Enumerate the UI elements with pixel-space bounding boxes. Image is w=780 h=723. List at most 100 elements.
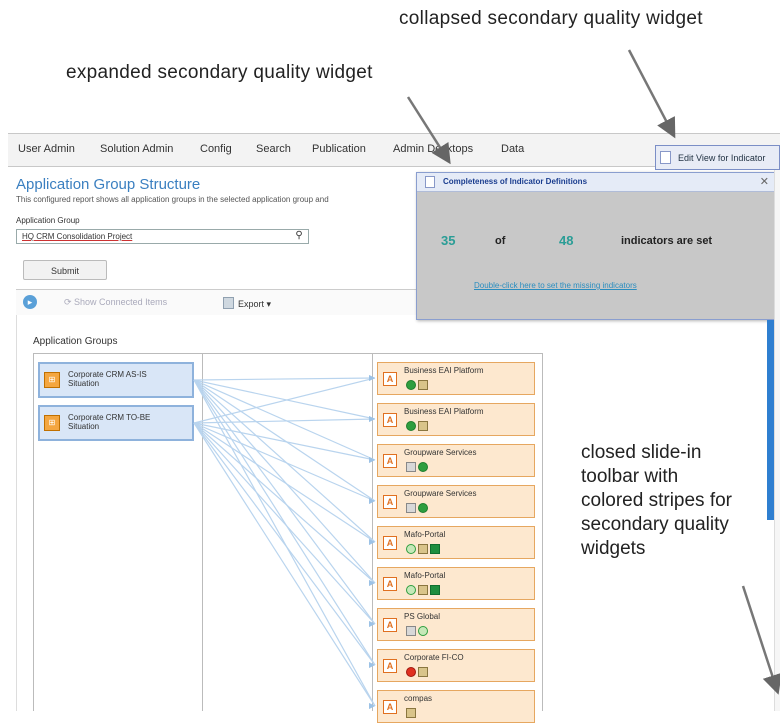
application-group-field[interactable]: HQ CRM Consolidation Project ⚲ [16,229,309,244]
application-icon: A [383,372,397,386]
application-icon: A [383,413,397,427]
group-icon: ⊞ [44,372,60,388]
widget-icon [660,151,671,164]
close-icon[interactable]: ✕ [760,175,769,188]
application-label: Mafo-Portal [404,571,446,580]
menu-user-admin[interactable]: User Admin [18,143,75,155]
group-label-line: Corporate CRM TO-BE [68,413,151,422]
quality-indicator-icon [406,626,416,636]
group-label-line: Situation [68,379,100,388]
application-icon: A [383,618,397,632]
collapsed-quality-widget[interactable]: Edit View for Indicator [655,145,780,170]
application-icon: A [383,454,397,468]
annotation-line: widgets [581,538,646,559]
application-icon: A [383,495,397,509]
search-icon[interactable]: ⚲ [291,230,307,243]
export-button[interactable]: Export ▾ [223,297,271,310]
total-count: 48 [559,233,574,248]
show-connected-items-button[interactable]: ⟳ Show Connected Items [64,297,167,308]
quality-indicator-icon [418,667,428,677]
quality-indicator-icon [418,544,428,554]
application-group-label: Application Group [16,216,80,225]
application-item[interactable]: A Business EAI Platform [377,362,535,395]
quality-indicator-icon [406,544,416,554]
application-label: Groupware Services [404,448,477,457]
application-item[interactable]: A PS Global [377,608,535,641]
annotation-line: closed slide-in [581,442,702,463]
widget-icon [425,176,435,188]
of-text: of [495,235,506,247]
quality-indicator-icon [406,380,416,390]
group-label: Corporate CRM TO-BE Situation [68,413,188,431]
quality-indicator-icon [418,462,428,472]
annotation-line: colored stripes for [581,490,733,511]
quality-indicator-icon [418,421,428,431]
menu-solution-admin[interactable]: Solution Admin [100,143,173,155]
application-icon: A [383,659,397,673]
group-box[interactable]: ⊞ Corporate CRM AS-IS Situation [38,362,194,398]
indicators-text: indicators are set [621,235,713,247]
menu-publication[interactable]: Publication [312,143,366,155]
page-description: This configured report shows all applica… [16,195,329,204]
group-box[interactable]: ⊞ Corporate CRM TO-BE Situation [38,405,194,441]
group-label-line: Situation [68,422,100,431]
menu-data[interactable]: Data [501,143,524,155]
group-label-line: Corporate CRM AS-IS [68,370,147,379]
column-divider [35,354,36,711]
quality-indicator-icon [418,380,428,390]
arrow-to-collapsed-widget [627,49,676,139]
application-item[interactable]: A Mafo-Portal [377,526,535,559]
menu-config[interactable]: Config [200,143,232,155]
quality-indicator-icon [406,421,416,431]
expanded-quality-widget[interactable]: Completeness of Indicator Definitions ✕ … [416,172,776,320]
application-label: compas [404,694,433,703]
annotation-slide-in-toolbar: closed slide-in toolbar with colored str… [579,441,735,561]
expand-icon[interactable]: ▸ [23,295,37,309]
annotation-expanded-widget: expanded secondary quality widget [66,62,373,83]
annotation-collapsed-widget: collapsed secondary quality widget [399,8,703,29]
export-icon [223,297,234,309]
application-item[interactable]: A Business EAI Platform [377,403,535,436]
application-group-value: HQ CRM Consolidation Project [22,232,133,241]
column-divider [372,354,373,711]
application-icon: A [383,536,397,550]
quality-indicator-icon [406,462,416,472]
set-missing-indicators-link[interactable]: Double-click here to set the missing ind… [474,281,637,290]
quality-indicator-icon [406,585,416,595]
application-item[interactable]: Acompas [377,690,535,723]
menu-search[interactable]: Search [256,143,291,155]
quality-indicator-icon [418,626,428,636]
slide-in-toolbar[interactable] [774,170,780,711]
quality-indicator-icon [430,585,440,595]
application-item[interactable]: A Groupware Services [377,485,535,518]
group-label: Corporate CRM AS-IS Situation [68,370,188,388]
quality-indicator-icon [406,667,416,677]
section-title: Application Groups [33,336,118,347]
export-label: Export [238,299,265,309]
quality-indicator-icon [430,544,440,554]
set-count: 35 [441,233,456,248]
collapsed-widget-label: Edit View for Indicator [678,153,766,163]
quality-indicator-icon [406,503,416,513]
application-item[interactable]: A Groupware Services [377,444,535,477]
column-divider [202,354,203,711]
annotation-line: secondary quality [581,514,729,535]
application-label: Business EAI Platform [404,407,484,416]
menu-admin-desktops[interactable]: Admin Desktops [393,143,473,155]
application-label: Business EAI Platform [404,366,484,375]
application-icon: A [383,577,397,591]
quality-indicator-icon [418,585,428,595]
slide-in-color-stripe[interactable] [767,320,774,520]
application-label: Corporate FI-CO [404,653,464,662]
application-label: Mafo-Portal [404,530,446,539]
submit-button[interactable]: Submit [23,260,107,280]
quality-indicator-icon [418,503,428,513]
application-icon: A [383,700,397,714]
popup-title: Completeness of Indicator Definitions [443,177,588,186]
application-label: PS Global [404,612,441,621]
group-icon: ⊞ [44,415,60,431]
application-item[interactable]: A Mafo-Portal [377,567,535,600]
show-connected-items-label: Show Connected Items [74,297,168,307]
application-item[interactable]: A Corporate FI-CO [377,649,535,682]
annotation-line: toolbar with [581,466,679,487]
